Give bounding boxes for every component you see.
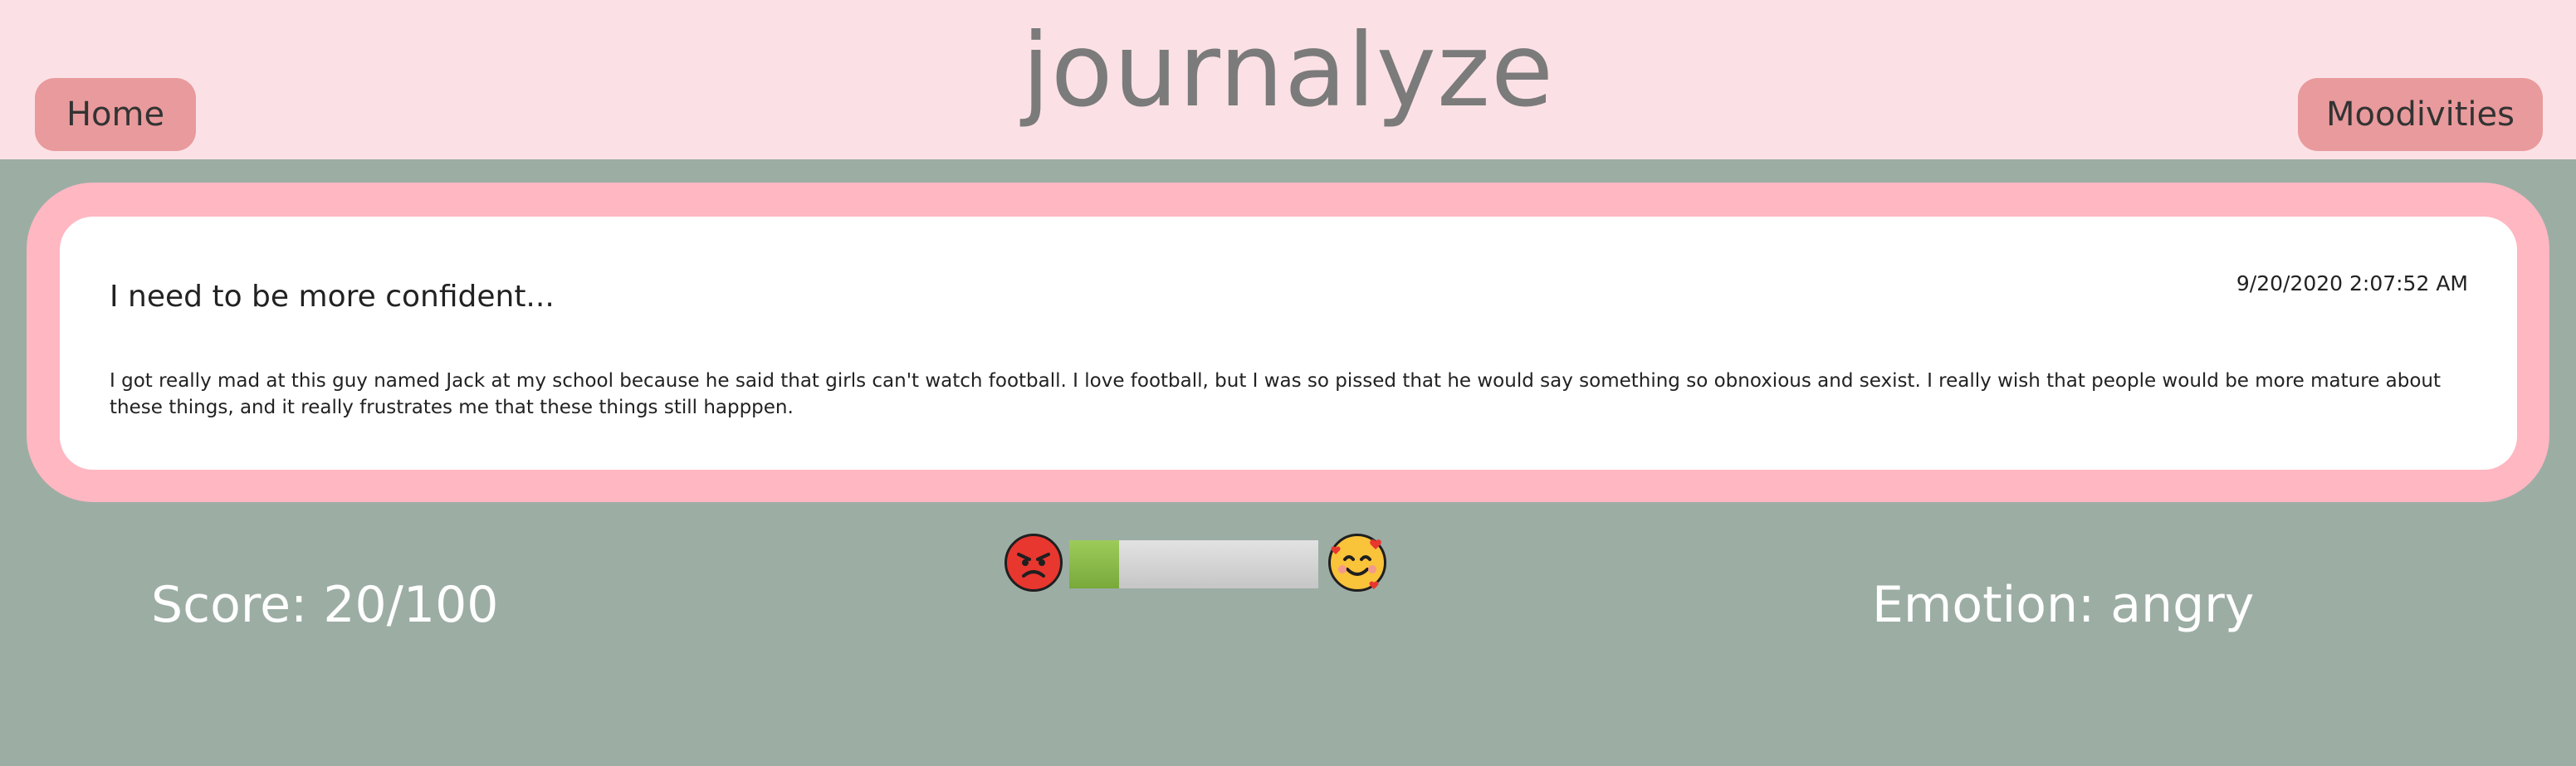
entry-title: I need to be more confident...	[110, 280, 555, 314]
header-bar: journalyze Home Moodivities	[0, 0, 2576, 159]
angry-face-icon	[1004, 534, 1063, 592]
mood-meter	[1004, 532, 1386, 593]
app-title: journalyze	[1021, 12, 1555, 129]
mood-score-fill	[1069, 540, 1119, 588]
smiling-face-with-hearts-icon	[1328, 534, 1386, 592]
mood-score-bar	[1069, 540, 1318, 588]
home-button[interactable]: Home	[35, 78, 196, 151]
entry-body: I got really mad at this guy named Jack …	[110, 370, 2442, 418]
journal-entry-card	[60, 217, 2517, 470]
score-label: Score: 20/100	[151, 576, 499, 634]
entry-date: 9/20/2020 2:07:52 AM	[2236, 271, 2468, 295]
emotion-label: Emotion: angry	[1872, 576, 2255, 634]
moodivities-button[interactable]: Moodivities	[2298, 78, 2543, 151]
